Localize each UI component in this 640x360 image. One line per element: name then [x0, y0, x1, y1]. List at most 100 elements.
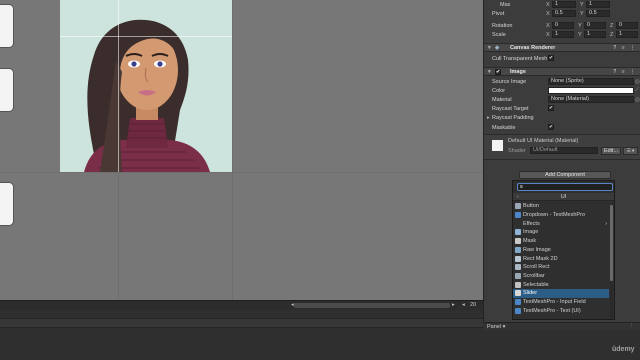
material-field[interactable]: None (Material): [548, 96, 634, 103]
object-picker-icon[interactable]: ◎: [635, 79, 640, 85]
zoom-out-icon[interactable]: ◂: [462, 302, 465, 308]
scene-view[interactable]: [0, 0, 483, 300]
maskable-checkbox[interactable]: ✔: [548, 124, 554, 130]
max-x-field[interactable]: 1: [552, 1, 576, 8]
scale-y-field[interactable]: 1: [584, 31, 606, 38]
component-list-item[interactable]: TextMeshPro - Text (UI): [513, 306, 609, 315]
drag-handle-icon[interactable]: ⋮: [629, 323, 635, 329]
color-row: Color ⟋: [484, 86, 640, 95]
scale-x-field[interactable]: 1: [552, 31, 574, 38]
foldout-arrow-icon[interactable]: ▾: [488, 45, 491, 51]
raycast-target-checkbox[interactable]: ✔: [548, 105, 554, 111]
component-list-item[interactable]: Slider: [513, 289, 609, 298]
canvas-renderer-icon: ◈: [495, 44, 500, 51]
component-list-item[interactable]: Scroll Rect: [513, 263, 609, 272]
popup-category-label: UI: [560, 194, 567, 200]
color-swatch[interactable]: [548, 87, 634, 94]
component-list-item-label: Scrollbar: [523, 272, 545, 279]
component-menu-icon[interactable]: ? ≡ ⋮: [613, 45, 637, 51]
scroll-rect-icon: [515, 264, 521, 271]
component-list-item[interactable]: Rect Mask 2D: [513, 254, 609, 263]
component-list-item[interactable]: Scrollbar: [513, 272, 609, 281]
add-component-button[interactable]: Add Component: [519, 171, 611, 179]
maskable-label: Maskable: [492, 124, 516, 131]
component-search-input[interactable]: s: [517, 183, 613, 191]
character-image[interactable]: [60, 0, 232, 172]
component-list-item-label: Image: [523, 229, 539, 236]
shader-label: Shader: [508, 148, 526, 154]
raycast-padding-label: Raycast Padding: [492, 114, 534, 121]
rotation-x-field[interactable]: 0: [552, 22, 574, 29]
scroll-right-icon[interactable]: ▸: [452, 302, 455, 308]
cull-checkbox[interactable]: ✔: [548, 55, 554, 61]
component-list-item-label: Dropdown - TextMeshPro: [523, 212, 585, 219]
rotation-y-field[interactable]: 0: [584, 22, 606, 29]
pivot-row: Pivot X 0.5 Y 0.5: [484, 9, 640, 18]
component-menu-icon[interactable]: ? ≡ ⋮: [613, 69, 637, 75]
component-list-item-label: Button: [523, 203, 539, 210]
raycast-target-label: Raycast Target: [492, 105, 529, 112]
max-label: Max: [500, 1, 511, 8]
back-arrow-icon[interactable]: ‹: [517, 193, 519, 201]
pivot-label: Pivot: [492, 10, 505, 17]
component-list-item[interactable]: TextMeshPro - Input Field: [513, 298, 609, 307]
component-list-item[interactable]: Button: [513, 202, 609, 211]
axis-z-label: Z: [610, 22, 614, 29]
zoom-value: 20: [470, 302, 477, 308]
scale-z-field[interactable]: 1: [616, 31, 638, 38]
horizontal-scrollbar[interactable]: [294, 303, 450, 308]
axis-y-label: Y: [580, 10, 584, 17]
pivot-y-field[interactable]: 0.5: [586, 10, 610, 17]
axis-x-label: X: [546, 10, 550, 17]
scene-button-element[interactable]: [0, 182, 14, 226]
component-list-item[interactable]: Raw Image: [513, 246, 609, 255]
shader-menu-button[interactable]: ☰ ▾: [623, 147, 638, 155]
selectable-icon: [515, 281, 521, 288]
submenu-arrow-icon: ›: [605, 220, 607, 227]
foldout-arrow-icon[interactable]: ▸: [487, 115, 490, 121]
scene-button-element[interactable]: [0, 4, 14, 48]
eyedropper-icon[interactable]: ⟋: [635, 87, 639, 94]
component-list-item[interactable]: Dropdown - TextMeshPro: [513, 211, 609, 220]
component-list-item[interactable]: Effects ›: [513, 219, 609, 228]
source-image-label: Source Image: [492, 78, 527, 85]
component-list-item[interactable]: Selectable: [513, 280, 609, 289]
input-field-icon: [515, 299, 521, 306]
source-image-field[interactable]: None (Sprite): [548, 78, 634, 85]
component-list-item[interactable]: Image: [513, 228, 609, 237]
image-component-header[interactable]: ▾ ✔ Image ? ≡ ⋮: [484, 67, 640, 76]
dropdown-icon: [515, 212, 521, 219]
scene-button-element[interactable]: [0, 68, 14, 112]
rect-guide-line: [60, 36, 232, 37]
source-image-row: Source Image None (Sprite) ◎: [484, 77, 640, 86]
rotation-z-field[interactable]: 0: [616, 22, 638, 29]
foldout-arrow-icon[interactable]: ▾: [488, 69, 491, 75]
canvas-renderer-header[interactable]: ▾ ◈ Canvas Renderer ? ≡ ⋮: [484, 43, 640, 52]
image-icon: [515, 229, 521, 236]
canvas-renderer-title: Canvas Renderer: [510, 44, 556, 51]
rotation-row: Rotation X 0 Y 0 Z 0: [484, 21, 640, 30]
component-list-item-label: Scroll Rect: [523, 264, 550, 271]
shader-dropdown[interactable]: UI/Default: [530, 147, 598, 154]
raycast-padding-row[interactable]: ▸ Raycast Padding: [484, 113, 640, 122]
edit-shader-button[interactable]: Edit...: [601, 147, 621, 155]
rotation-label: Rotation: [492, 22, 513, 29]
tmp-text-icon: [515, 307, 521, 314]
popup-scrollbar-thumb[interactable]: [610, 205, 613, 281]
girl-portrait-illustration: [84, 19, 210, 172]
object-picker-icon[interactable]: ◎: [635, 97, 640, 103]
component-list-item[interactable]: Mask: [513, 237, 609, 246]
axis-x-label: X: [546, 31, 550, 38]
axis-x-label: X: [546, 1, 550, 8]
blank-icon: [515, 221, 521, 227]
pivot-x-field[interactable]: 0.5: [552, 10, 576, 17]
watermark-logo: ûdemy: [612, 346, 635, 353]
mask-icon: [515, 238, 521, 245]
grid-line: [0, 172, 483, 173]
max-y-field[interactable]: 1: [586, 1, 610, 8]
popup-category-title[interactable]: ‹ UI: [513, 193, 614, 201]
component-list-item-label: Slider: [523, 290, 538, 297]
component-list-item-label: Mask: [523, 238, 537, 245]
grid-line: [232, 0, 233, 300]
image-enabled-checkbox[interactable]: ✔: [495, 69, 501, 75]
